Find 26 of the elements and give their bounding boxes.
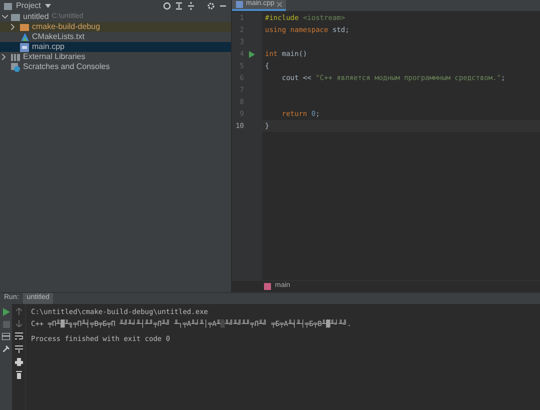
run-icon[interactable]	[249, 50, 255, 58]
run-icon[interactable]	[2, 308, 10, 316]
layout-icon[interactable]	[2, 333, 10, 340]
collapse-all-icon[interactable]	[187, 2, 195, 10]
tree-item[interactable]: Scratches and Consoles	[0, 62, 231, 72]
dropdown-icon[interactable]	[44, 4, 51, 8]
file-icon	[236, 1, 243, 8]
tree-item[interactable]: main.cpp	[0, 42, 231, 52]
tree-item[interactable]: cmake-build-debug	[0, 22, 231, 32]
function-icon	[264, 283, 271, 290]
tree-item[interactable]: External Libraries	[0, 52, 231, 62]
wrap-icon[interactable]	[14, 332, 22, 340]
trash-icon[interactable]	[16, 371, 22, 379]
expand-all-icon[interactable]	[175, 2, 183, 10]
triangle-file-icon	[20, 32, 29, 42]
scratch-icon	[11, 62, 20, 72]
library-icon	[11, 52, 20, 62]
up-arrow-icon[interactable]	[16, 308, 22, 315]
settings-icon[interactable]	[207, 2, 215, 10]
panel-title: Project	[16, 0, 41, 12]
locate-icon[interactable]	[163, 2, 171, 10]
file-icon	[20, 42, 29, 52]
scroll-end-icon[interactable]	[14, 345, 22, 353]
tree-item[interactable]: CMakeLists.txt	[0, 32, 231, 42]
pin-icon[interactable]	[2, 345, 10, 352]
down-arrow-icon[interactable]	[16, 320, 22, 327]
